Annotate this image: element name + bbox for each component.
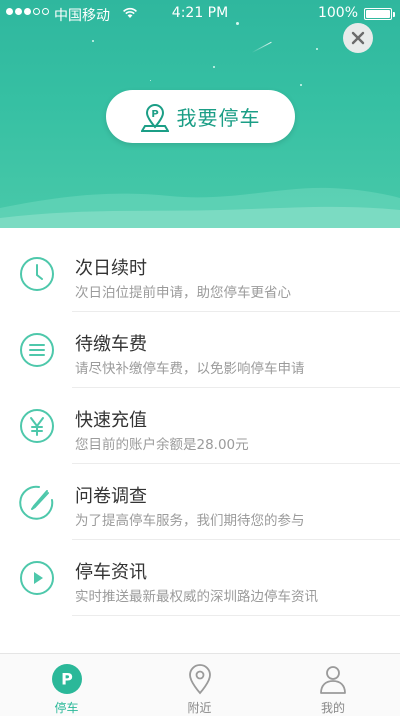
menu-item-subtitle: 实时推送最新最权威的深圳路边停车资讯 [75, 589, 318, 605]
svg-text:P: P [61, 670, 73, 689]
tab-label: 停车 [54, 701, 79, 715]
park-now-button[interactable]: P 我要停车 [106, 90, 295, 143]
pen-icon [19, 485, 54, 520]
tab-label: 附近 [187, 701, 212, 715]
shooting-star [251, 41, 272, 53]
parking-icon: P [51, 664, 82, 694]
close-icon [351, 31, 365, 45]
menu-item-quick-recharge[interactable]: 快速充值 您目前的账户余额是28.00元 [0, 388, 400, 464]
tab-mine[interactable]: 我的 [266, 654, 400, 716]
menu-item-unpaid-fees[interactable]: 待缴车费 请尽快补缴停车费，以免影响停车申请 [0, 312, 400, 388]
list-icon [20, 333, 54, 367]
menu-item-title: 停车资讯 [75, 562, 147, 583]
location-pin-icon [188, 664, 211, 695]
menu-item-title: 问卷调查 [75, 486, 147, 507]
menu-item-title: 快速充值 [75, 410, 147, 431]
menu-item-subtitle: 为了提高停车服务，我们期待您的参与 [75, 513, 305, 529]
menu-item-title: 次日续时 [75, 258, 147, 279]
battery-percent: 100% [317, 5, 358, 21]
tab-parking[interactable]: P 停车 [0, 654, 133, 716]
hero-hills [0, 187, 400, 228]
menu-item-subtitle: 请尽快补缴停车费，以免影响停车申请 [75, 361, 305, 377]
parking-pin-icon: P [140, 103, 169, 132]
bottom-tab-bar: P 停车 附近 我的 [0, 653, 400, 716]
menu-item-title: 待缴车费 [75, 334, 147, 355]
menu-item-survey[interactable]: 问卷调查 为了提高停车服务，我们期待您的参与 [0, 464, 400, 540]
svg-text:P: P [151, 109, 158, 120]
close-button[interactable] [343, 23, 373, 53]
tab-nearby[interactable]: 附近 [133, 654, 266, 716]
tab-label: 我的 [320, 701, 345, 715]
battery-icon [364, 8, 395, 20]
menu-item-subtitle: 次日泊位提前申请，助您停车更省心 [75, 285, 291, 301]
yen-icon [20, 409, 54, 443]
menu-item-subtitle: 您目前的账户余额是28.00元 [75, 437, 249, 453]
clock-icon [20, 257, 54, 291]
menu-item-parking-news[interactable]: 停车资讯 实时推送最新最权威的深圳路边停车资讯 [0, 540, 400, 616]
status-bar: 中国移动 4:21 PM 100% [0, 0, 400, 28]
menu-item-next-day-renewal[interactable]: 次日续时 次日泊位提前申请，助您停车更省心 [0, 236, 400, 312]
park-now-label: 我要停车 [176, 106, 261, 130]
play-icon [20, 561, 54, 595]
divider [72, 615, 400, 616]
user-icon [320, 666, 346, 694]
service-menu: 次日续时 次日泊位提前申请，助您停车更省心 待缴车费 请尽快补缴停车费，以免影响… [0, 236, 400, 616]
